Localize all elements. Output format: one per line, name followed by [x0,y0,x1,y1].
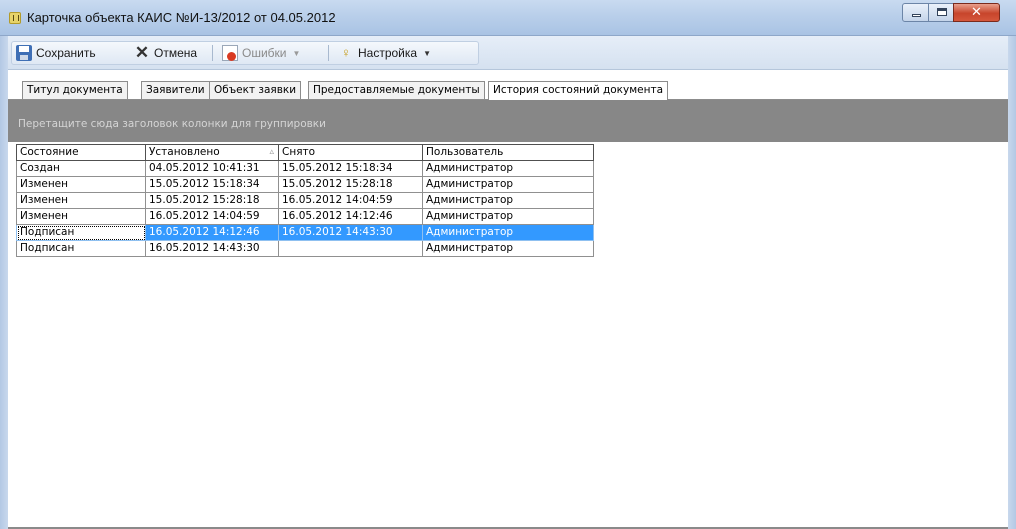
cell-removed[interactable]: 15.05.2012 15:18:34 [278,160,423,177]
errors-dropdown-button[interactable]: Ошибки ▼ [222,42,300,64]
table-row[interactable]: Создан 04.05.2012 10:41:31 15.05.2012 15… [16,160,594,177]
table-row[interactable]: Изменен 15.05.2012 15:18:34 15.05.2012 1… [16,176,594,193]
cell-state[interactable]: Создан [16,160,146,177]
grid-header-row: Состояние Установлено ▵ Снято Пользовател… [16,144,594,161]
tab-title-document[interactable]: Титул документа [22,81,128,99]
chevron-down-icon: ▼ [292,48,301,58]
cell-user[interactable]: Администратор [422,160,594,177]
cell-user[interactable]: Администратор [422,176,594,193]
cell-removed[interactable] [278,240,423,257]
column-header-removed[interactable]: Снято [278,144,423,161]
tab-applicants[interactable]: Заявители [141,81,210,99]
toolbar-separator [212,45,213,61]
error-document-icon [222,45,238,61]
cell-established[interactable]: 16.05.2012 14:43:30 [145,240,279,257]
toolbar-separator [328,45,329,61]
table-row[interactable]: Изменен 15.05.2012 15:28:18 16.05.2012 1… [16,192,594,209]
errors-label: Ошибки [242,46,287,60]
cell-user[interactable]: Администратор [422,208,594,225]
window-titlebar: Карточка объекта КАИС №И-13/2012 от 04.0… [0,0,1016,36]
app-icon [9,12,21,24]
tab-request-object[interactable]: Объект заявки [209,81,302,99]
cell-state[interactable]: Изменен [16,192,146,209]
cell-established[interactable]: 15.05.2012 15:28:18 [145,192,279,209]
group-by-hint: Перетащите сюда заголовок колонки для гр… [18,118,326,130]
window-frame-left [0,36,8,529]
cell-removed[interactable]: 16.05.2012 14:12:46 [278,208,423,225]
save-button[interactable]: Сохранить [16,42,96,64]
cell-established[interactable]: 15.05.2012 15:18:34 [145,176,279,193]
toolbar: Сохранить ✕ Отмена Ошибки ▼ ♀ Настройка … [8,36,1008,70]
cancel-button[interactable]: ✕ Отмена [134,42,197,64]
settings-dropdown-button[interactable]: ♀ Настройка ▼ [338,42,431,64]
settings-label: Настройка [358,46,418,60]
cell-removed[interactable]: 16.05.2012 14:43:30 [278,224,423,241]
cell-state[interactable]: Изменен [16,176,146,193]
window-frame-right [1008,36,1016,529]
tab-document-state-history[interactable]: История состояний документа [488,81,669,100]
cell-user[interactable]: Администратор [422,192,594,209]
key-icon: ♀ [341,45,351,60]
save-label: Сохранить [36,46,96,60]
maximize-button[interactable] [928,3,954,22]
sort-ascending-icon: ▵ [269,147,274,157]
cell-state[interactable]: Изменен [16,208,146,225]
toolbar-strip: Сохранить ✕ Отмена Ошибки ▼ ♀ Настройка … [11,41,479,65]
group-by-panel[interactable]: Перетащите сюда заголовок колонки для гр… [8,100,1008,142]
table-row[interactable]: Изменен 16.05.2012 14:04:59 16.05.2012 1… [16,208,594,225]
close-icon: ✕ [971,5,982,20]
cell-state[interactable]: Подписан [16,224,146,241]
tab-provided-documents[interactable]: Предоставляемые документы [308,81,485,99]
cell-removed[interactable]: 16.05.2012 14:04:59 [278,192,423,209]
column-header-state[interactable]: Состояние [16,144,146,161]
cell-removed[interactable]: 15.05.2012 15:28:18 [278,176,423,193]
column-header-established[interactable]: Установлено ▵ [145,144,279,161]
column-header-user[interactable]: Пользователь [422,144,594,161]
chevron-down-icon: ▼ [423,48,431,58]
close-button[interactable]: ✕ [953,3,1000,22]
window-title: Карточка объекта КАИС №И-13/2012 от 04.0… [27,10,336,25]
cancel-label: Отмена [154,46,198,60]
floppy-disk-icon [16,45,32,61]
minimize-button[interactable] [902,3,929,22]
table-row-selected[interactable]: Подписан 16.05.2012 14:12:46 16.05.2012 … [16,224,594,241]
close-icon: ✕ [134,43,150,62]
cell-established[interactable]: 16.05.2012 14:04:59 [145,208,279,225]
cell-established[interactable]: 04.05.2012 10:41:31 [145,160,279,177]
cell-user[interactable]: Администратор [422,224,594,241]
cell-state[interactable]: Подписан [16,240,146,257]
cell-user[interactable]: Администратор [422,240,594,257]
cell-established[interactable]: 16.05.2012 14:12:46 [145,224,279,241]
table-row[interactable]: Подписан 16.05.2012 14:43:30 Администрат… [16,240,594,257]
column-header-established-label: Установлено [149,146,220,158]
state-history-grid: Состояние Установлено ▵ Снято Пользовател… [16,144,594,257]
